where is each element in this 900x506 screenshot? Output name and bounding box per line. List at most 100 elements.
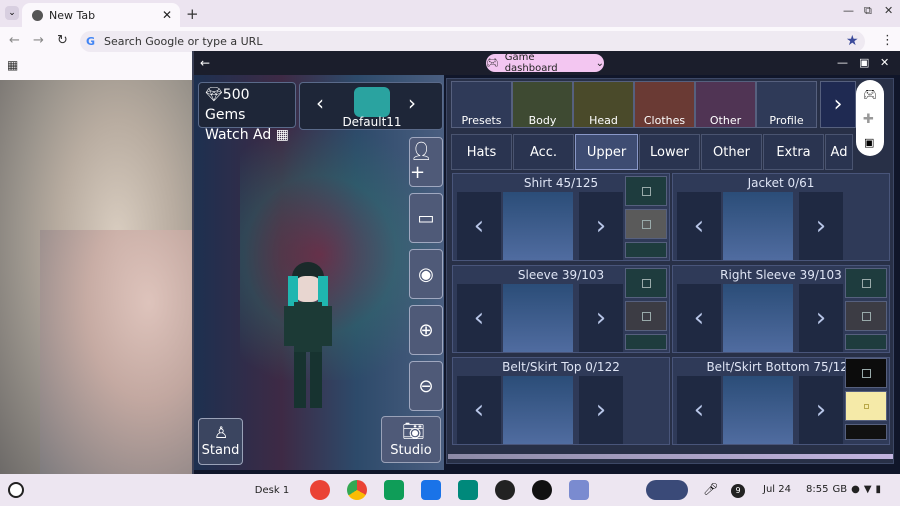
prev-arrow[interactable]: ‹ (677, 192, 721, 260)
category-label: Presets (461, 114, 502, 127)
time-label: 8:55 (806, 484, 829, 495)
classroom-icon[interactable] (384, 480, 404, 500)
desk-button[interactable]: Desk 1 (252, 482, 292, 500)
omnibox[interactable]: G Search Google or type a URL (80, 31, 865, 52)
prev-arrow[interactable]: ‹ (457, 284, 501, 352)
tab-search-chevron-icon[interactable]: ⌄ (5, 6, 19, 20)
color-swatch[interactable] (845, 358, 887, 388)
subtab-hats[interactable]: Hats (451, 134, 512, 170)
color-swatch[interactable] (625, 176, 667, 206)
subtab-acc[interactable]: Acc. (513, 134, 574, 170)
color-swatch[interactable] (845, 301, 887, 331)
bookmark-star-icon[interactable]: ★ (846, 33, 859, 49)
gamepad-icon: 🎮︎ (486, 57, 499, 69)
status-area[interactable]: 8:55 GB ● ▼ ▮ (806, 484, 881, 495)
menu-icon[interactable]: ⋮ (881, 33, 894, 48)
studio-label: Studio (390, 443, 432, 458)
color-swatch[interactable] (845, 334, 887, 350)
prev-arrow[interactable]: ‹ (677, 284, 721, 352)
category-profile[interactable]: Profile (756, 81, 817, 128)
prev-arrow[interactable]: ‹ (457, 376, 501, 444)
slot-title: Jacket 0/61 (747, 176, 815, 190)
zoom-in-icon[interactable]: ⊕ (409, 305, 443, 355)
stand-button[interactable]: ♙ Stand (198, 418, 243, 465)
restore-icon[interactable]: ⧉ (864, 4, 872, 18)
new-tab-icon[interactable]: + (186, 5, 199, 23)
forward-icon[interactable]: → (33, 33, 44, 48)
mic-icon[interactable]: 🎤︎ (703, 482, 718, 496)
watch-ad-label: Watch Ad (205, 127, 272, 143)
minimize-icon[interactable]: — (843, 4, 854, 17)
color-swatch[interactable] (845, 268, 887, 298)
color-swatch[interactable] (845, 391, 887, 421)
holding-space-icon[interactable] (646, 480, 688, 500)
subtab-ad[interactable]: Ad (825, 134, 853, 170)
panel-scrollbar[interactable] (448, 454, 893, 459)
next-character-icon[interactable]: › (408, 91, 416, 115)
category-next[interactable]: › (820, 81, 856, 128)
category-other[interactable]: Other (695, 81, 756, 128)
character-figure[interactable] (278, 262, 338, 412)
next-arrow[interactable]: › (799, 376, 843, 444)
gems-panel[interactable]: 💎︎500 Gems Watch Ad ▦ (198, 82, 296, 143)
game-back-icon[interactable]: ← (200, 56, 210, 70)
studio-button[interactable]: 📷︎ Studio (381, 416, 441, 463)
chrome-icon (32, 9, 43, 21)
subtab-other[interactable]: Other (701, 134, 762, 170)
category-head[interactable]: Head (573, 81, 634, 128)
gmail-icon[interactable] (310, 480, 330, 500)
dnd-icon: ● (851, 484, 860, 495)
game-minimize-icon[interactable]: — (837, 56, 848, 69)
category-presets[interactable]: Presets (451, 81, 512, 128)
next-arrow[interactable]: › (579, 192, 623, 260)
zoom-out-icon[interactable]: ⊖ (409, 361, 443, 411)
launcher-icon[interactable] (8, 482, 24, 498)
chrome-app-icon[interactable] (347, 480, 367, 500)
dpad-icon[interactable]: ✚ (863, 112, 874, 127)
files-icon[interactable] (421, 480, 441, 500)
gamepad-icon[interactable]: 🎮︎ (863, 88, 877, 101)
reload-icon[interactable]: ↻ (57, 33, 68, 48)
next-arrow[interactable]: › (799, 284, 843, 352)
close-tab-icon[interactable]: ✕ (162, 8, 172, 22)
game-controls-overlay: 🎮︎ ✚ ▣ (856, 80, 884, 156)
gem-icon: 💎︎ (205, 87, 223, 103)
color-swatch[interactable] (625, 334, 667, 350)
color-swatch[interactable] (845, 424, 887, 440)
netflix-icon[interactable] (532, 480, 552, 500)
next-arrow[interactable]: › (799, 192, 843, 260)
eye-icon[interactable]: ◉ (409, 249, 443, 299)
storage-label: GB (832, 484, 848, 495)
game-dashboard-button[interactable]: 🎮︎ Game dashboard ⌄ (486, 52, 604, 74)
subtab-lower[interactable]: Lower (639, 134, 700, 170)
add-character-button[interactable]: 👤︎+ (409, 137, 443, 187)
meet-icon[interactable] (458, 480, 478, 500)
category-body[interactable]: Body (512, 81, 573, 128)
color-swatch[interactable] (625, 242, 667, 258)
color-swatch[interactable] (625, 209, 667, 239)
category-clothes[interactable]: Clothes (634, 81, 695, 128)
prev-character-icon[interactable]: ‹ (316, 91, 324, 115)
gacha-app-icon[interactable] (569, 480, 589, 500)
screenshot-icon[interactable]: ▣ (864, 136, 874, 149)
game-close-icon[interactable]: ✕ (880, 56, 889, 69)
color-swatch[interactable] (625, 301, 667, 331)
apps-grid-icon[interactable]: ▦ (7, 58, 18, 72)
item-preview (503, 376, 573, 444)
next-arrow[interactable]: › (579, 284, 623, 352)
subtab-upper[interactable]: Upper (575, 134, 638, 170)
back-icon[interactable]: ← (9, 33, 20, 48)
next-arrow[interactable]: › (579, 376, 623, 444)
character-thumbnail (354, 87, 390, 117)
close-window-icon[interactable]: ✕ (884, 4, 893, 17)
prev-arrow[interactable]: ‹ (677, 376, 721, 444)
prev-arrow[interactable]: ‹ (457, 192, 501, 260)
game-app-icon[interactable] (495, 480, 515, 500)
background-button[interactable]: ▭ (409, 193, 443, 243)
browser-tab[interactable]: New Tab ✕ (22, 3, 180, 27)
notification-badge[interactable]: 9 (731, 484, 745, 498)
color-swatch[interactable] (625, 268, 667, 298)
date-label[interactable]: Jul 24 (763, 484, 791, 495)
subtab-extra[interactable]: Extra (763, 134, 824, 170)
game-maximize-icon[interactable]: ▣ (859, 56, 869, 69)
